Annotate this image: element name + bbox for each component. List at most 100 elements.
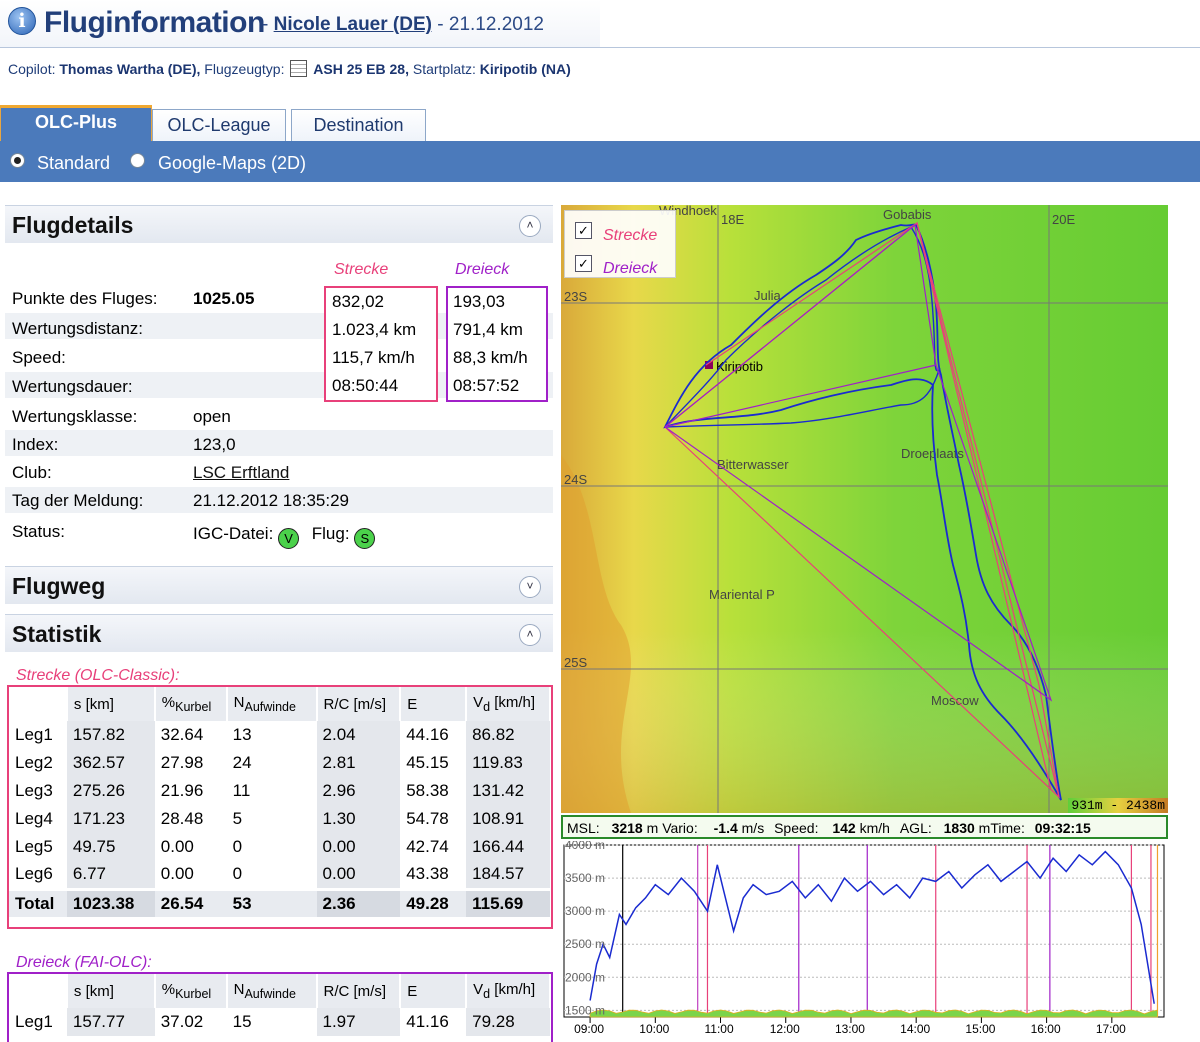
tab-olc-plus[interactable]: OLC-Plus bbox=[0, 105, 152, 142]
agl-unit: m bbox=[974, 820, 991, 836]
lat-label: 24S bbox=[564, 472, 587, 487]
table-cell: 58.38 bbox=[406, 781, 449, 800]
y-tick-label: 4000 m bbox=[565, 841, 605, 852]
msl-value: 3218 bbox=[611, 820, 643, 836]
table-header-row: s [km] %Kurbel NAufwinde R/C [m/s] E Vd … bbox=[9, 687, 551, 721]
table-row: Leg2 362.57 27.98 24 2.81 45.15 119.83 bbox=[9, 749, 550, 777]
table-cell: 32.64 bbox=[160, 725, 204, 744]
barogram-panel[interactable]: MSL: 3218 m Vario: -1.4 m/s Speed: 142 k… bbox=[561, 815, 1168, 1035]
thermals-header: NAufwinde bbox=[226, 687, 318, 721]
table-cell: Leg5 bbox=[15, 837, 53, 856]
strecke-stats-caption: Strecke (OLC-Classic): bbox=[16, 667, 180, 684]
vd-v: V bbox=[473, 694, 484, 711]
vd-header: Vd [km/h] bbox=[466, 687, 551, 721]
standard-label[interactable]: Standard bbox=[37, 153, 110, 174]
y-tick-label: 2000 m bbox=[565, 970, 605, 984]
flugweg-header: Flugweg ˅ bbox=[5, 566, 553, 604]
dreieck-speed: 88,3 km/h bbox=[453, 348, 528, 367]
time-value: 09:32:15 bbox=[1034, 820, 1091, 836]
google-maps-label[interactable]: Google-Maps (2D) bbox=[158, 153, 306, 174]
table-total-cell: 2.36 bbox=[316, 887, 401, 917]
aircraft-type-label: Flugzeugtyp: bbox=[204, 61, 285, 77]
class-value: open bbox=[193, 407, 231, 426]
page-header: i Fluginformation - Nicole Lauer (DE) - … bbox=[0, 0, 1200, 48]
club-link[interactable]: LSC Erftland bbox=[193, 463, 289, 483]
table-cell: 0.00 bbox=[316, 833, 401, 861]
agl-value: 1830 bbox=[943, 820, 975, 836]
table-cell: 1.30 bbox=[316, 805, 401, 833]
pilot-link[interactable]: Nicole Lauer (DE) bbox=[274, 14, 432, 35]
place-label: Mariental P bbox=[709, 587, 775, 602]
expand-flugweg-button[interactable]: ˅ bbox=[519, 576, 541, 598]
climb-rate-header: R/C [m/s] bbox=[316, 687, 402, 721]
lon-label: 20E bbox=[1052, 212, 1075, 227]
flugdetails-title: Flugdetails bbox=[12, 212, 134, 238]
flight-map[interactable]: 18E 20E 23S 24S 25S Windhoek Gobabis Jul… bbox=[561, 205, 1168, 813]
dreieck-duration: 08:57:52 bbox=[453, 376, 520, 395]
start-value: Kiripotib (NA) bbox=[479, 61, 571, 77]
x-tick-label: 16:00 bbox=[1031, 1022, 1061, 1035]
table-cell: 15 bbox=[232, 1012, 252, 1031]
climb-rate-header: R/C [m/s] bbox=[316, 974, 402, 1008]
table-cell: Leg3 bbox=[15, 781, 53, 800]
strecke-distance: 1.023,4 km bbox=[332, 320, 417, 339]
legend-dreieck-checkbox[interactable]: ✓ bbox=[575, 255, 592, 272]
thermals-n: N bbox=[233, 981, 245, 998]
standard-radio[interactable] bbox=[10, 153, 25, 168]
table-total-cell: Total bbox=[9, 887, 67, 917]
barogram-canvas[interactable]: 4000 m 3500 m 3000 m 2500 m 2000 m 1500 m 09:0… bbox=[561, 841, 1168, 1035]
table-cell: Leg2 bbox=[15, 753, 53, 772]
legend-dreieck-label[interactable]: Dreieck bbox=[603, 260, 657, 278]
tab-destination[interactable]: Destination bbox=[291, 109, 426, 142]
x-tick-label: 14:00 bbox=[900, 1022, 930, 1035]
copilot-label: Copilot: bbox=[8, 61, 56, 77]
table-cell: 166.44 bbox=[466, 833, 550, 861]
dreieck-stats-caption: Dreieck (FAI-OLC): bbox=[16, 954, 152, 971]
igc-status-badge[interactable]: V bbox=[278, 528, 300, 549]
table-total-cell: 26.54 bbox=[154, 887, 227, 917]
leg-header bbox=[9, 687, 68, 721]
flight-date: 21.12.2012 bbox=[448, 14, 544, 35]
leg-header bbox=[9, 974, 68, 1008]
table-cell: 43.38 bbox=[406, 864, 449, 884]
table-cell: 108.91 bbox=[466, 805, 550, 833]
speed-unit: km/h bbox=[855, 820, 890, 836]
circling-header: %Kurbel bbox=[154, 974, 228, 1008]
table-cell: 184.57 bbox=[466, 861, 550, 889]
table-cell: Leg1 bbox=[15, 1012, 53, 1031]
table-cell: 37.02 bbox=[160, 1012, 204, 1031]
tab-olc-league[interactable]: OLC-League bbox=[152, 109, 286, 142]
strecke-stats-table: s [km] %Kurbel NAufwinde R/C [m/s] E Vd … bbox=[9, 687, 551, 917]
thermals-n: N bbox=[233, 694, 245, 711]
google-maps-radio[interactable] bbox=[130, 153, 145, 168]
thermals-sub: Aufwinde bbox=[244, 700, 296, 714]
strecke-column-header: Strecke bbox=[334, 261, 389, 278]
title-separator: - bbox=[262, 14, 274, 35]
flight-status-badge[interactable]: S bbox=[354, 528, 376, 549]
msl-unit: m bbox=[642, 820, 659, 836]
table-cell: 86.82 bbox=[466, 721, 550, 749]
legend-strecke-label[interactable]: Strecke bbox=[603, 227, 657, 245]
x-tick-label: 09:00 bbox=[574, 1022, 604, 1035]
circling-sub: Kurbel bbox=[175, 700, 212, 714]
collapse-statistik-button[interactable]: ˄ bbox=[519, 624, 541, 646]
speed-label: Speed: bbox=[12, 348, 66, 367]
vd-unit: [km/h] bbox=[490, 981, 536, 998]
aircraft-list-icon[interactable] bbox=[290, 60, 308, 77]
map-canvas[interactable]: 18E 20E 23S 24S 25S Windhoek Gobabis Jul… bbox=[561, 205, 1168, 813]
collapse-flugdetails-button[interactable]: ˄ bbox=[519, 215, 541, 237]
table-total-cell: 53 bbox=[226, 887, 317, 917]
tab-bar: OLC-Plus OLC-League Destination bbox=[0, 103, 1200, 142]
table-cell: 27.98 bbox=[160, 753, 204, 772]
circling-header: %Kurbel bbox=[154, 687, 228, 721]
table-cell: 275.26 bbox=[66, 777, 155, 805]
dreieck-points: 193,03 bbox=[453, 292, 505, 311]
status-values: IGC-Datei: V Flug: S bbox=[193, 524, 376, 549]
dreieck-column-header: Dreieck bbox=[455, 261, 510, 278]
table-cell: 5 bbox=[232, 809, 243, 828]
legend-strecke-checkbox[interactable]: ✓ bbox=[575, 222, 592, 239]
place-label: Gobabis bbox=[883, 207, 932, 222]
aircraft-type-value: ASH 25 EB 28, bbox=[313, 61, 409, 77]
table-cell: 2.81 bbox=[316, 749, 401, 777]
x-tick-label: 15:00 bbox=[965, 1022, 995, 1035]
